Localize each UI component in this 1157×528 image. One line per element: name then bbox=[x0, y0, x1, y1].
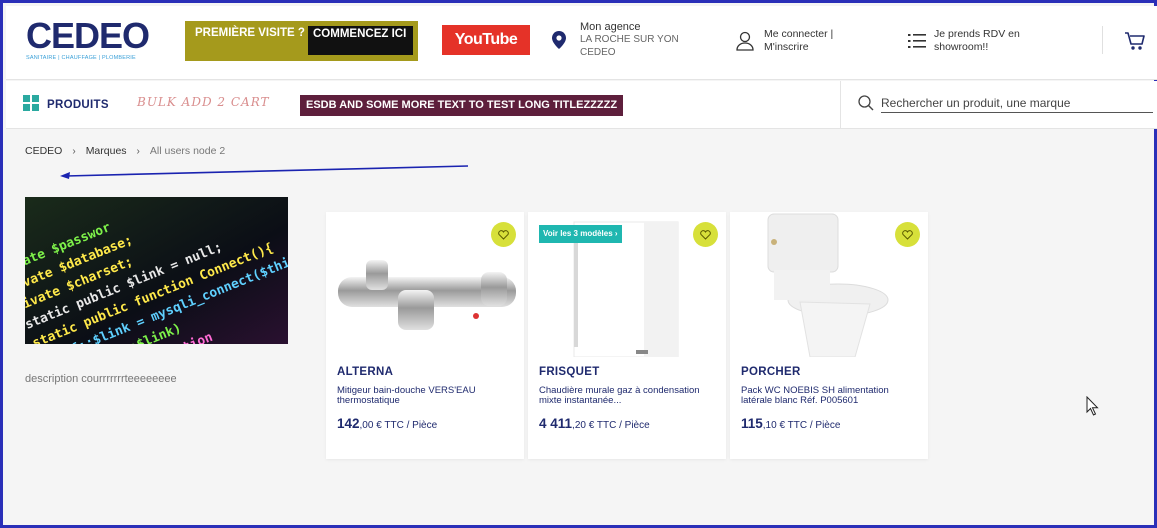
products-label: PRODUITS bbox=[47, 99, 109, 111]
see-models-badge[interactable]: Voir les 3 modèles › bbox=[539, 225, 622, 243]
login-link[interactable]: Me connecter | M'inscrire bbox=[736, 26, 876, 58]
price-integer: 4 411 bbox=[539, 416, 573, 431]
start-here-button[interactable]: COMMENCEZ ICI bbox=[308, 26, 413, 55]
favorite-button[interactable] bbox=[895, 222, 920, 247]
agency-city: LA ROCHE SUR YON bbox=[580, 34, 679, 45]
product-price: 115,10 € TTC / Pièce bbox=[741, 416, 840, 431]
cedeo-logo[interactable]: CEDEO SANITAIRE | CHAUFFAGE | PLOMBERIE bbox=[26, 18, 156, 64]
showroom-text: Je prends RDV en showroom!! bbox=[934, 28, 1020, 53]
product-description[interactable]: Pack WC NOEBIS SH alimentation latérale … bbox=[741, 386, 917, 405]
price-integer: 142 bbox=[337, 416, 360, 431]
product-brand: ALTERNA bbox=[337, 366, 394, 378]
heart-icon bbox=[902, 229, 913, 240]
screenshot-frame: CEDEO SANITAIRE | CHAUFFAGE | PLOMBERIE … bbox=[0, 0, 1157, 528]
first-visit-banner[interactable]: PREMIÈRE VISITE ? COMMENCEZ ICI bbox=[185, 21, 418, 61]
chevron-right-icon: › bbox=[72, 145, 76, 157]
price-decimal: ,20 € TTC / Pièce bbox=[572, 420, 650, 431]
location-pin-icon bbox=[552, 31, 566, 54]
showroom-appointment-link[interactable]: Je prends RDV en showroom!! bbox=[906, 26, 1056, 58]
login-text: Me connecter | M'inscrire bbox=[764, 28, 834, 53]
search-bar bbox=[840, 81, 1157, 129]
product-card[interactable]: Voir les 3 modèles › FRISQUET Chaudière … bbox=[528, 212, 726, 459]
search-input[interactable] bbox=[881, 93, 1153, 113]
product-card[interactable]: ALTERNA Mitigeur bain-douche VERS'EAU th… bbox=[326, 212, 524, 459]
list-icon bbox=[908, 33, 926, 54]
breadcrumb: CEDEO › Marques › All users node 2 bbox=[25, 145, 225, 157]
product-description[interactable]: Chaudière murale gaz à condensation mixt… bbox=[539, 386, 715, 405]
bulk-add-to-cart-link[interactable]: BULK ADD 2 CART bbox=[137, 95, 270, 109]
cart-icon[interactable] bbox=[1124, 30, 1146, 57]
search-icon[interactable] bbox=[858, 95, 874, 116]
product-brand: FRISQUET bbox=[539, 366, 600, 378]
chevron-right-icon: › bbox=[136, 145, 140, 157]
agency-name: CEDEO bbox=[580, 47, 616, 58]
heart-icon bbox=[498, 229, 509, 240]
agency-title: Mon agence bbox=[580, 21, 641, 33]
my-agency[interactable]: Mon agence LA ROCHE SUR YON CEDEO bbox=[552, 21, 702, 61]
product-price: 4 411,20 € TTC / Pièce bbox=[539, 416, 650, 431]
user-icon bbox=[736, 31, 754, 56]
grid-icon bbox=[23, 94, 39, 116]
heart-icon bbox=[700, 229, 711, 240]
long-title-link[interactable]: ESDB AND SOME MORE TEXT TO TEST LONG TIT… bbox=[300, 95, 624, 116]
products-menu[interactable]: PRODUITS bbox=[23, 94, 109, 116]
favorite-button[interactable] bbox=[491, 222, 516, 247]
price-integer: 115 bbox=[741, 416, 763, 431]
price-decimal: ,10 € TTC / Pièce bbox=[762, 420, 841, 431]
price-decimal: ,00 € TTC / Pièce bbox=[359, 420, 438, 431]
logo-text: CEDEO bbox=[26, 15, 150, 56]
product-brand: PORCHER bbox=[741, 366, 801, 378]
product-description[interactable]: Mitigeur bain-douche VERS'EAU thermostat… bbox=[337, 386, 513, 405]
product-price: 142,00 € TTC / Pièce bbox=[337, 416, 437, 431]
breadcrumb-item-current: All users node 2 bbox=[149, 145, 226, 157]
first-visit-label: PREMIÈRE VISITE ? bbox=[195, 27, 305, 39]
breadcrumb-item-brands[interactable]: Marques bbox=[86, 145, 127, 157]
main-navbar: PRODUITS BULK ADD 2 CART ESDB AND SOME M… bbox=[6, 81, 1157, 129]
top-header: CEDEO SANITAIRE | CHAUFFAGE | PLOMBERIE … bbox=[6, 6, 1157, 80]
mouse-cursor-icon bbox=[1086, 395, 1099, 421]
product-card[interactable]: PORCHER Pack WC NOEBIS SH alimentation l… bbox=[730, 212, 928, 459]
favorite-button[interactable] bbox=[693, 222, 718, 247]
youtube-button[interactable]: YouTube bbox=[442, 25, 530, 55]
brand-description: description courrrrrrrteeeeeeee bbox=[25, 373, 177, 385]
annotation-arrow-icon bbox=[58, 163, 470, 186]
breadcrumb-item-home[interactable]: CEDEO bbox=[25, 145, 62, 157]
brand-image: private $passwor private $database; priv… bbox=[25, 197, 288, 344]
header-divider bbox=[1102, 26, 1103, 54]
